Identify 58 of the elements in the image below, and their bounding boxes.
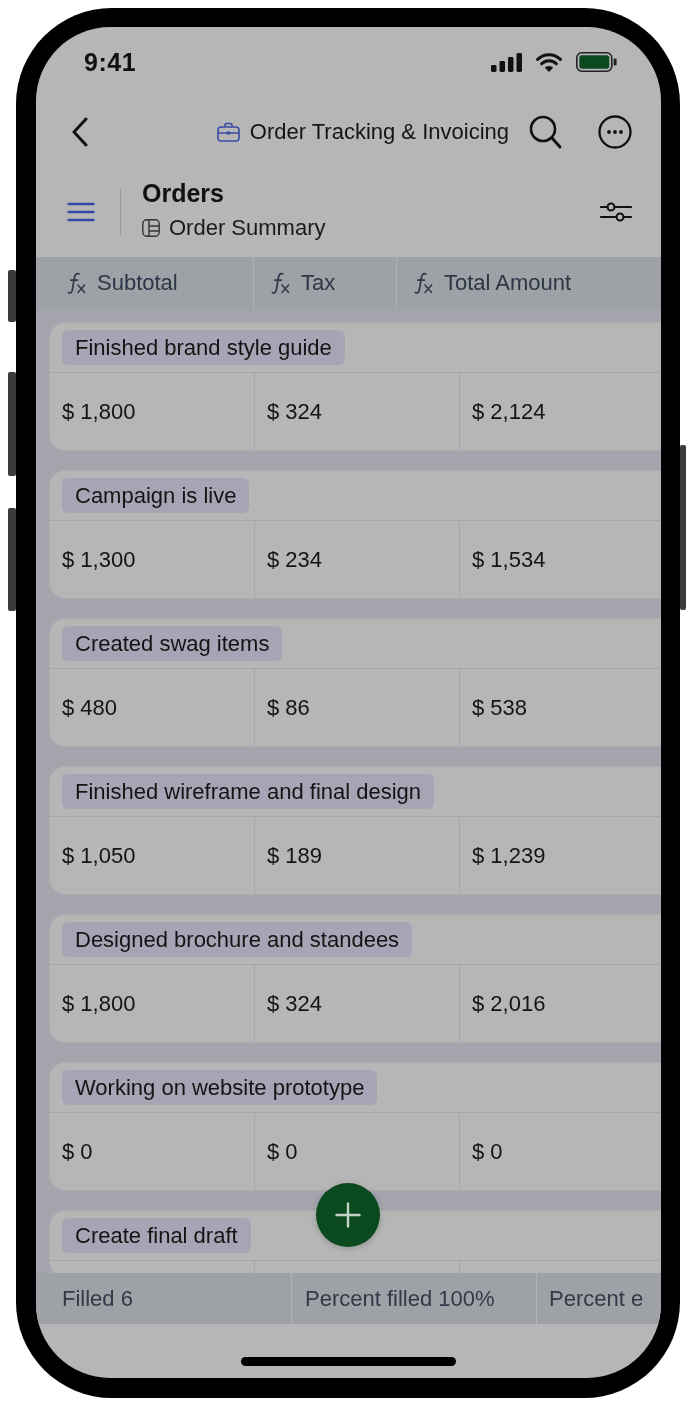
menu-icon	[67, 202, 95, 222]
table-cell: $ 1,050	[50, 817, 255, 894]
summary-cell: Filled 6	[36, 1273, 292, 1324]
record-card[interactable]: Create final draft	[49, 1210, 661, 1273]
wifi-icon	[536, 52, 562, 72]
formula-icon	[413, 271, 434, 295]
table-cell-text: $ 1,534	[471, 545, 547, 574]
view-title: Orders	[142, 178, 225, 209]
status-time: 9:41	[84, 47, 137, 77]
view-name[interactable]: Order Summary	[169, 215, 326, 241]
table-cell: $ 480	[50, 669, 255, 746]
table-cell-text: $ 2,124	[471, 397, 547, 426]
signal-icon	[491, 52, 522, 72]
table-cell: $ 189	[255, 817, 460, 894]
table-cell: $ 0	[50, 1113, 255, 1190]
search-button[interactable]	[529, 115, 562, 149]
record-title: Create final draft	[62, 1218, 251, 1253]
briefcase-icon	[216, 122, 240, 142]
record-card[interactable]: Created swag items $ 480 $ 86 $ 538	[49, 618, 661, 747]
column-header[interactable]: Total Amount	[397, 257, 661, 309]
record-card[interactable]: Finished wireframe and final design $ 1,050 $ 189 $ 1,239	[49, 766, 661, 895]
record-card[interactable]: Designed brochure and standees $ 1,800 $ 324 $ 2,016	[49, 914, 661, 1043]
sliders-icon	[600, 201, 632, 223]
summary-cell-text: Percent e	[548, 1284, 645, 1313]
back-icon	[70, 117, 90, 147]
table-cell-text: $ 0	[471, 1137, 504, 1166]
table-cell-text: $ 1,239	[471, 841, 547, 870]
record-title: Campaign is live	[62, 478, 250, 513]
table-cell: $ 1,800	[50, 373, 255, 450]
record-title: Created swag items	[62, 626, 283, 661]
record-card[interactable]: Finished brand style guide $ 1,800 $ 324 $ 2,124	[49, 322, 661, 451]
record-card[interactable]: Campaign is live $ 1,300 $ 234 $ 1,534	[49, 470, 661, 599]
back-button[interactable]	[70, 117, 90, 147]
menu-button[interactable]	[67, 202, 95, 222]
formula-icon	[66, 271, 87, 295]
record-title: Working on website prototype	[62, 1070, 378, 1105]
more-button[interactable]	[598, 115, 632, 149]
search-icon	[529, 115, 562, 149]
record-card[interactable]: Working on website prototype $ 0 $ 0 $ 0	[49, 1062, 661, 1191]
record-title: Finished brand style guide	[62, 330, 345, 365]
table-cell: $ 234	[255, 521, 460, 598]
app-title: Order Tracking & Invoicing	[249, 119, 509, 145]
table-cell-text: $ 538	[471, 693, 529, 722]
battery-icon	[576, 52, 617, 72]
record-title: Designed brochure and standees	[62, 922, 413, 957]
summary-cell: Percent filled 100%	[292, 1273, 537, 1324]
table-cell: $ 324	[255, 373, 460, 450]
filter-button[interactable]	[600, 201, 632, 223]
formula-icon	[270, 271, 291, 295]
more-icon	[598, 115, 632, 149]
table-cell: $ 324	[255, 965, 460, 1042]
table-icon	[142, 219, 160, 237]
table-cell: $ 1,800	[50, 965, 255, 1042]
table-cell: $ 86	[255, 669, 460, 746]
plus-icon	[335, 1202, 361, 1228]
table-cell-text: $ 2,016	[471, 989, 547, 1018]
table-cell: $ 1,300	[50, 521, 255, 598]
record-title: Finished wireframe and final design	[62, 774, 435, 809]
